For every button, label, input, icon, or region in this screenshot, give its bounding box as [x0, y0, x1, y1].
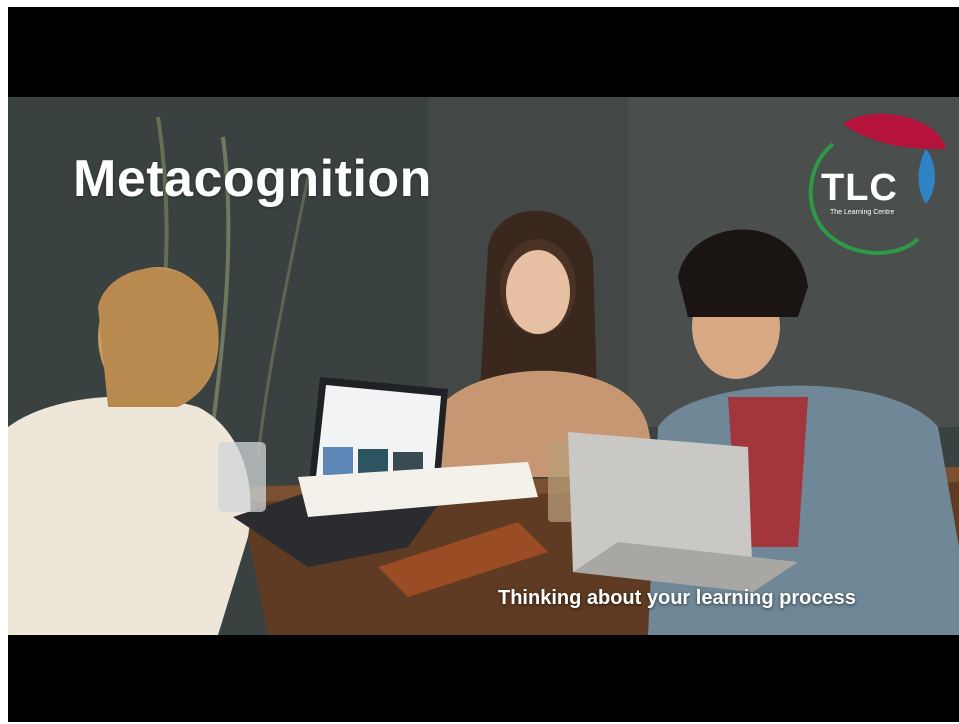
person-left-hair-back [98, 268, 219, 407]
logo-red-leaf-icon [843, 113, 946, 149]
video-subtitle: Thinking about your learning process [498, 587, 856, 609]
logo-tagline: The Learning Centre [830, 209, 895, 216]
logo-letters: TLC [821, 167, 898, 209]
laptop-left-image-1 [323, 447, 353, 475]
person-middle-face-front [506, 250, 570, 334]
logo-blue-leaf-icon [918, 149, 935, 204]
glass-left [218, 442, 266, 512]
video-title: Metacognition [73, 150, 432, 208]
video-thumbnail[interactable]: Metacognition TLC The Learning Centre Th… [8, 97, 959, 635]
video-frame[interactable]: Metacognition TLC The Learning Centre Th… [8, 7, 959, 722]
person-left-sweater [8, 396, 251, 635]
